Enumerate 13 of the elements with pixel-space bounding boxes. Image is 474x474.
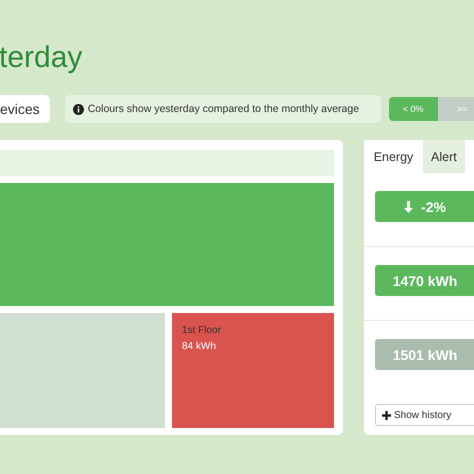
metric-badge: -2% [375,191,474,222]
view-tab[interactable]: evices [0,95,50,123]
metric-badge: 1470 kWh [375,265,474,296]
tab[interactable]: Alert [423,140,465,173]
metric-badge: 1501 kWh [375,339,474,370]
plus-icon [382,410,391,420]
treemap-tile: 1st Floor 84 kWh [172,313,334,428]
show-history-button[interactable]: Show history [375,404,474,426]
arrow-down-icon [404,200,414,212]
info-text: Colours show yesterday compared to the monthly average [88,103,360,115]
info-icon [72,104,84,114]
legend-item: < 0% [388,97,438,121]
legend-item: >= [438,97,474,121]
